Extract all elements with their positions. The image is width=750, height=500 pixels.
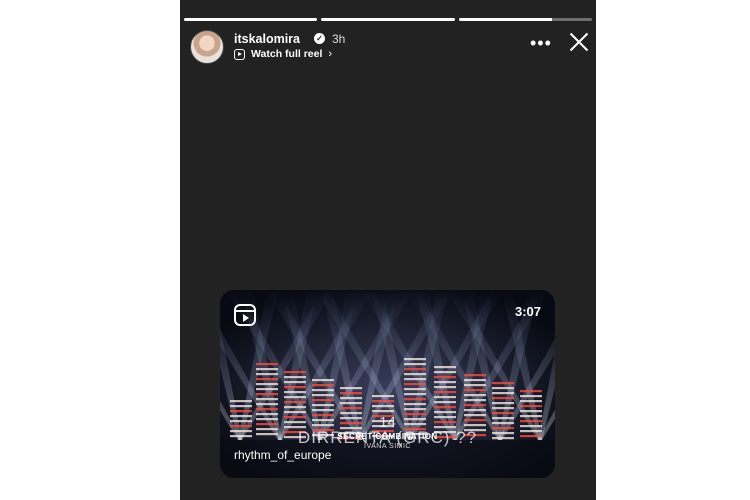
progress-segment-2 xyxy=(321,18,455,21)
watch-full-reel-link[interactable]: Watch full reel › xyxy=(234,48,332,60)
story-progress-bars xyxy=(184,18,592,21)
close-icon[interactable] xyxy=(567,30,591,54)
verified-badge-icon: ✓ xyxy=(314,33,325,44)
story-header: itskalomira ✓ 3h Watch full reel › ••• xyxy=(190,30,588,66)
progress-segment-3 xyxy=(458,18,592,21)
more-options-icon[interactable]: ••• xyxy=(530,34,552,52)
avatar[interactable] xyxy=(190,30,224,64)
post-time: 3h xyxy=(332,32,346,46)
watch-full-reel-label: Watch full reel xyxy=(251,48,323,60)
reels-icon xyxy=(234,48,245,60)
progress-segment-1 xyxy=(184,18,318,21)
chevron-right-icon: › xyxy=(328,48,333,60)
song-title: SECRET COMBINATION xyxy=(337,432,438,441)
reel-author-handle[interactable]: rhythm_of_europe xyxy=(234,448,331,462)
story-viewer[interactable]: itskalomira ✓ 3h Watch full reel › ••• 3… xyxy=(180,0,596,500)
reels-icon xyxy=(234,304,256,326)
reel-duration: 3:07 xyxy=(514,304,541,319)
username[interactable]: itskalomira xyxy=(234,32,300,46)
reel-preview-card[interactable]: 3:07 14 DIRRENTA (GRC) ?? SECRET COMBINA… xyxy=(220,290,555,478)
